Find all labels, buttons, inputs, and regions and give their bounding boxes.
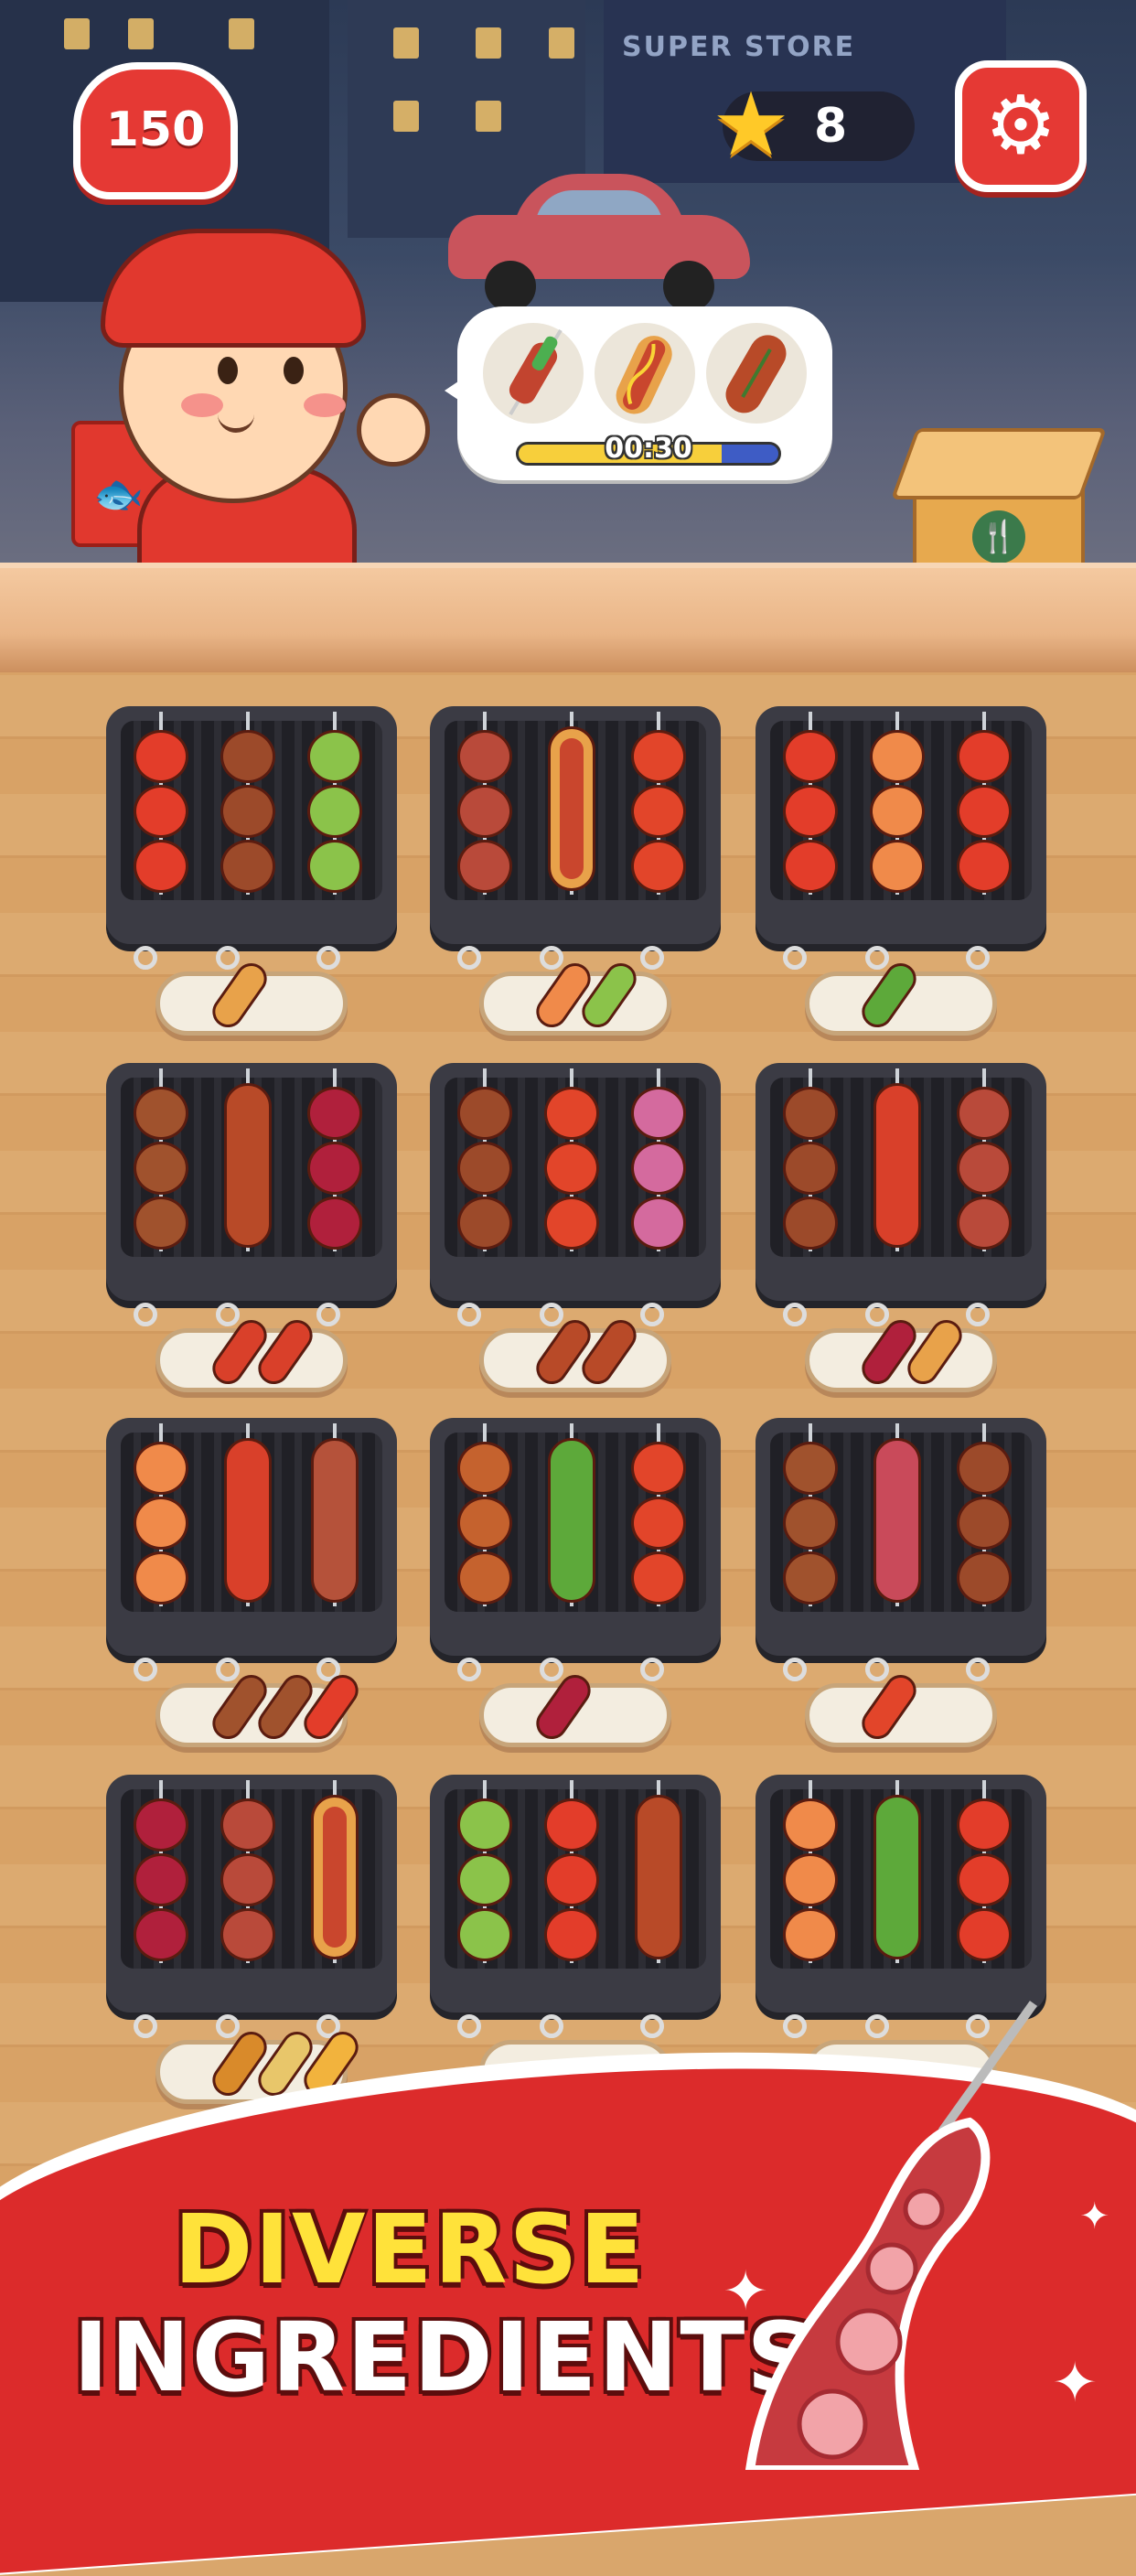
order-bubble: 00:30 [445, 306, 832, 480]
hotdog-icon [616, 336, 672, 414]
lobster[interactable] [861, 1068, 934, 1251]
plate-1[interactable] [155, 957, 348, 1036]
car [448, 174, 750, 312]
pork-belly-skewer[interactable] [948, 1423, 1021, 1606]
crab-skewer[interactable] [535, 1068, 608, 1251]
order-slot [483, 323, 584, 424]
veggie-skewer[interactable] [448, 1780, 521, 1963]
grilled-sausage[interactable] [211, 1068, 284, 1251]
plate-5[interactable] [479, 1314, 671, 1392]
settings-button[interactable]: ⚙ [955, 60, 1087, 192]
hotdog[interactable] [298, 1780, 371, 1963]
plate-8[interactable] [479, 1669, 671, 1747]
pork-belly-skewer[interactable] [774, 1068, 847, 1251]
beet-skewer[interactable] [298, 1068, 371, 1251]
pork-onion-skewer[interactable] [774, 1423, 847, 1606]
grill-8[interactable] [430, 1418, 721, 1681]
plate-6[interactable] [805, 1314, 997, 1392]
grill-11[interactable] [430, 1775, 721, 2038]
hotdog[interactable] [535, 712, 608, 895]
lobster[interactable] [211, 1423, 284, 1606]
fish-icon: 🐟 [93, 471, 144, 518]
plate-2[interactable] [479, 957, 671, 1036]
tomato-skewer[interactable] [948, 1780, 1021, 1963]
bacon-skewer[interactable] [211, 1780, 284, 1963]
grill-6[interactable] [756, 1063, 1046, 1326]
coin-count: 150 [105, 102, 206, 157]
tomato-skewer[interactable] [535, 1780, 608, 1963]
tomato-skewer[interactable] [774, 712, 847, 895]
octopus-skewer[interactable] [622, 1068, 695, 1251]
shrimp-skewer[interactable] [124, 1423, 198, 1606]
sausage-skewer[interactable] [298, 1423, 371, 1606]
sparkle-icon: ✦ [723, 2259, 769, 2324]
gear-icon: ⚙ [984, 78, 1057, 172]
star-counter: ★ 8 [712, 80, 915, 168]
grill-10[interactable] [106, 1775, 397, 2038]
order-timer-text: 00:30 [605, 433, 692, 465]
waving-hand [357, 393, 430, 467]
plate-7[interactable] [155, 1669, 365, 1747]
veggie-skewer[interactable] [298, 712, 371, 895]
shrimp-skewer[interactable] [774, 1780, 847, 1963]
grill-4[interactable] [106, 1063, 397, 1326]
grill-3[interactable] [756, 706, 1046, 970]
tomato-skewer[interactable] [124, 712, 198, 895]
asparagus-bacon-skewer[interactable] [861, 1780, 934, 1963]
grill-2[interactable] [430, 706, 721, 970]
grill-12[interactable] [756, 1775, 1046, 2038]
bacon-skewer[interactable] [948, 1068, 1021, 1251]
octopus-tentacle[interactable] [861, 1423, 934, 1606]
sparkle-icon: ✦ [1052, 2351, 1098, 2415]
banner-title-line1: DIVERSE [174, 2194, 647, 2305]
tomato-skewer[interactable] [948, 712, 1021, 895]
fork-knife-icon: 🍴 [972, 510, 1025, 564]
grilled-sausage-icon [725, 335, 787, 413]
plate-3[interactable] [805, 957, 997, 1036]
bacon-skewer[interactable] [448, 712, 521, 895]
coin-badge[interactable]: 150 [73, 62, 238, 199]
counter-shelf [0, 563, 1136, 678]
sparkle-icon: ✦ [1079, 2195, 1110, 2238]
grill-9[interactable] [756, 1418, 1046, 1681]
grill-1[interactable] [106, 706, 397, 970]
pork-onion-skewer[interactable] [124, 1068, 198, 1251]
pork-belly-skewer[interactable] [211, 712, 284, 895]
beet-skewer[interactable] [124, 1780, 198, 1963]
star-count: 8 [814, 99, 848, 154]
grill-7[interactable] [106, 1418, 397, 1681]
store-sign: SUPER STORE [622, 31, 856, 63]
plate-9[interactable] [805, 1669, 997, 1747]
star-icon: ★ [712, 73, 791, 176]
asparagus-bacon-skewer-icon [509, 328, 563, 416]
shrimp-skewer[interactable] [861, 712, 934, 895]
order-slot [595, 323, 695, 424]
crab-skewer[interactable] [622, 712, 695, 895]
grill-5[interactable] [430, 1063, 721, 1326]
delivery-chef-character: 🐟 [64, 220, 430, 585]
grilled-sausage[interactable] [622, 1780, 695, 1963]
pork-belly-skewer[interactable] [448, 1068, 521, 1251]
order-slot [706, 323, 807, 424]
asparagus-bacon-skewer[interactable] [535, 1423, 608, 1606]
plate-4[interactable] [155, 1314, 348, 1392]
meatball-skewer[interactable] [448, 1423, 521, 1606]
crab-skewer[interactable] [622, 1423, 695, 1606]
octopus-tentacle-skewer [745, 2001, 1038, 2470]
